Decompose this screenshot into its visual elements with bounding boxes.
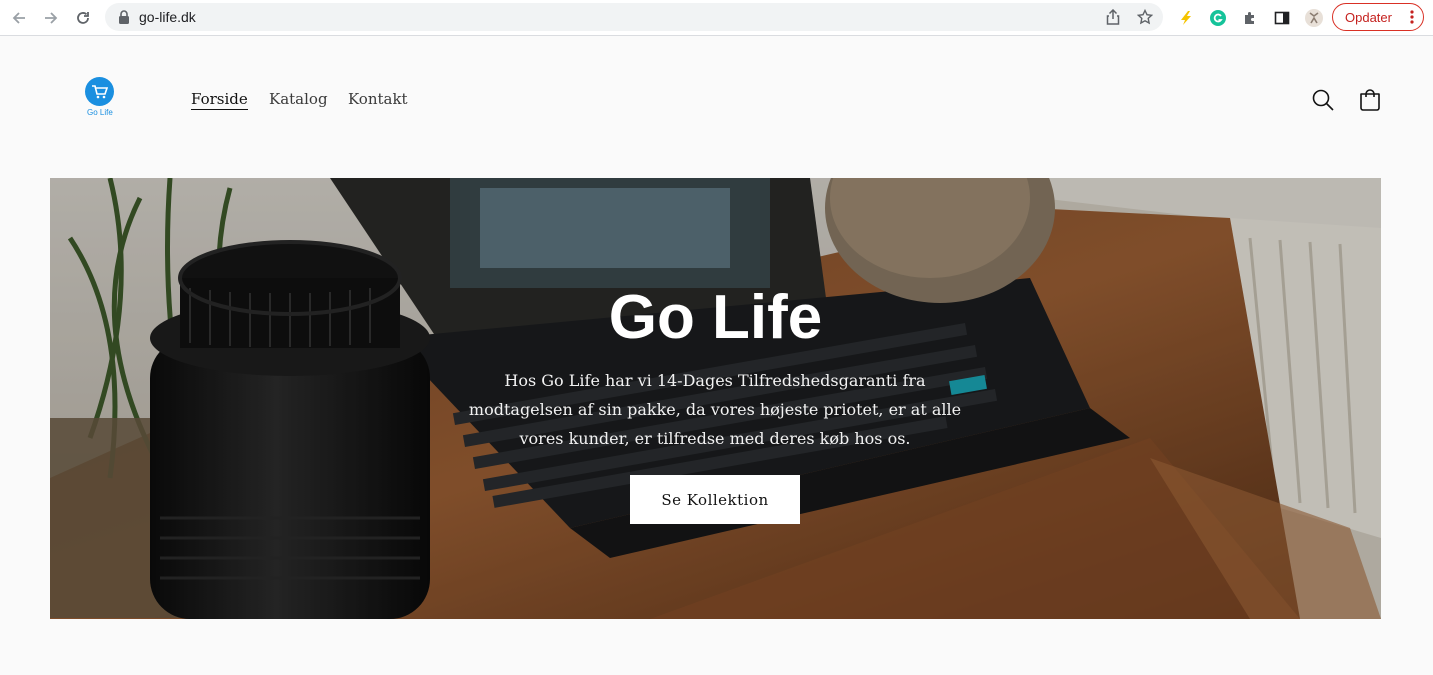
see-collection-button[interactable]: Se Kollektion: [630, 475, 800, 524]
lightning-extension-icon[interactable]: [1175, 7, 1197, 29]
reload-icon: [77, 12, 89, 24]
back-arrow-icon: [12, 12, 25, 24]
url-text: go-life.dk: [139, 9, 196, 25]
side-panel-icon[interactable]: [1271, 7, 1293, 29]
forward-button[interactable]: [40, 7, 62, 29]
logo-text: Go Life: [87, 108, 113, 117]
hero-title: Go Life: [608, 283, 823, 352]
nav-link-katalog[interactable]: Katalog: [269, 90, 328, 108]
cart-logo-icon: [85, 77, 114, 106]
nav-link-forside[interactable]: Forside: [191, 90, 248, 110]
bookmark-star-icon[interactable]: [1136, 8, 1154, 26]
address-bar[interactable]: go-life.dk: [105, 3, 1163, 31]
hero-description: Hos Go Life har vi 14-Dages Tilfredsheds…: [468, 371, 962, 448]
extensions-puzzle-icon[interactable]: [1239, 7, 1261, 29]
browser-toolbar: go-life.dk Opdater: [0, 0, 1433, 36]
cart-icon[interactable]: [1358, 88, 1382, 112]
update-button-label: Opdater: [1345, 10, 1392, 25]
lock-icon: [115, 8, 133, 26]
back-button[interactable]: [8, 7, 30, 29]
hero-banner: Go Life Hos Go Life har vi 14-Dages Tilf…: [50, 178, 1381, 619]
share-icon[interactable]: [1104, 8, 1122, 26]
update-browser-button[interactable]: Opdater: [1332, 3, 1424, 31]
forward-arrow-icon: [45, 12, 58, 24]
nav-link-kontakt[interactable]: Kontakt: [348, 90, 408, 108]
profile-avatar-icon[interactable]: [1303, 7, 1325, 29]
grammarly-icon[interactable]: [1207, 7, 1229, 29]
reload-button[interactable]: [72, 7, 94, 29]
search-icon[interactable]: [1311, 88, 1335, 112]
site-logo[interactable]: Go Life: [84, 76, 116, 120]
more-menu-icon: [1410, 9, 1414, 30]
